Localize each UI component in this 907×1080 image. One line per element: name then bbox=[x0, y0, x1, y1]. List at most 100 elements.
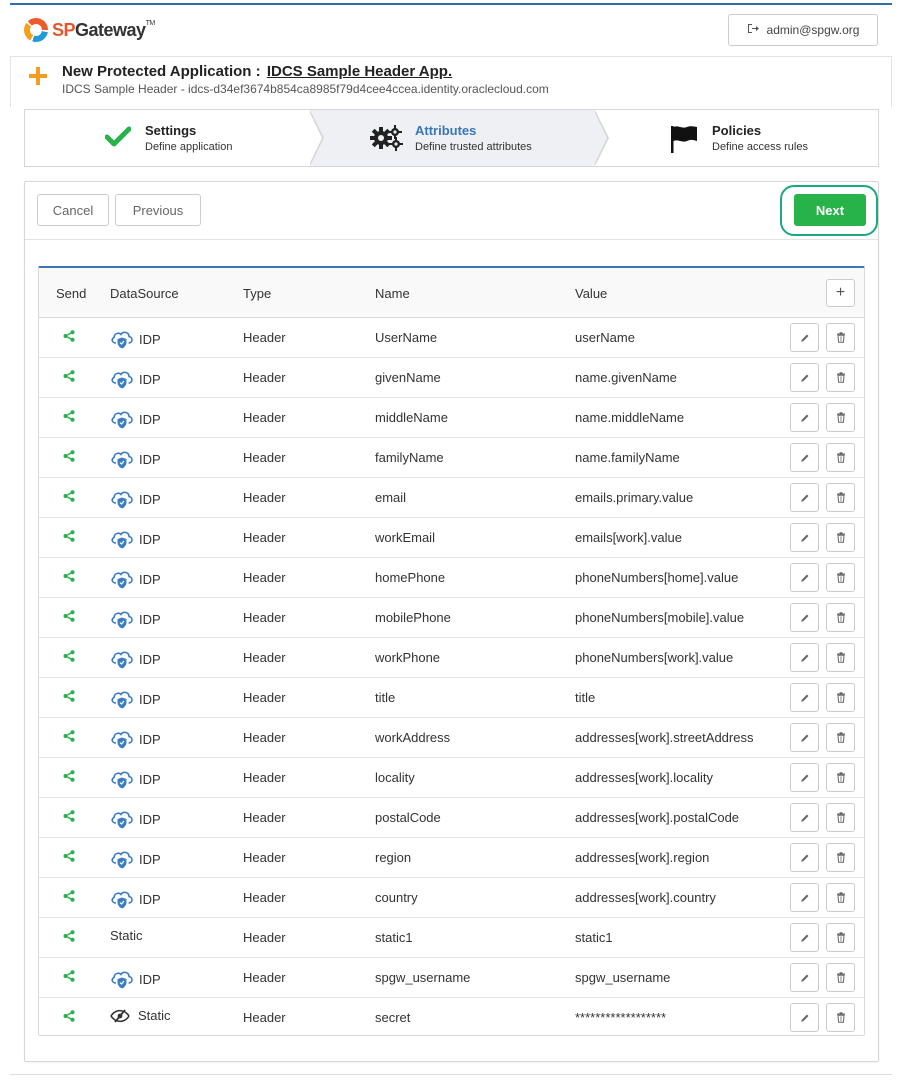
share-icon[interactable] bbox=[63, 930, 75, 945]
edit-button[interactable] bbox=[790, 563, 819, 592]
delete-button[interactable] bbox=[826, 1003, 855, 1032]
attributes-table: Send DataSource Type Name Value + IDP Hea… bbox=[38, 266, 865, 1036]
cloud-shield-icon bbox=[110, 688, 134, 710]
name-cell: workEmail bbox=[375, 530, 435, 545]
delete-button[interactable] bbox=[826, 443, 855, 472]
delete-button[interactable] bbox=[826, 683, 855, 712]
edit-button[interactable] bbox=[790, 923, 819, 952]
delete-button[interactable] bbox=[826, 803, 855, 832]
table-row: IDP Header country addresses[work].country bbox=[39, 878, 864, 918]
delete-button[interactable] bbox=[826, 963, 855, 992]
add-attribute-button[interactable]: + bbox=[826, 279, 855, 307]
next-button[interactable]: Next bbox=[794, 194, 866, 226]
share-icon[interactable] bbox=[63, 530, 75, 545]
logout-icon bbox=[747, 23, 759, 37]
table-header: Send DataSource Type Name Value + bbox=[39, 268, 864, 318]
trash-icon bbox=[836, 452, 846, 463]
logo[interactable]: SPGatewayTM bbox=[24, 18, 155, 42]
delete-button[interactable] bbox=[826, 723, 855, 752]
type-cell: Header bbox=[243, 970, 286, 985]
delete-button[interactable] bbox=[826, 363, 855, 392]
pencil-icon bbox=[800, 973, 810, 983]
share-icon[interactable] bbox=[63, 650, 75, 665]
cloud-shield-icon bbox=[110, 448, 134, 470]
share-icon[interactable] bbox=[63, 610, 75, 625]
share-icon[interactable] bbox=[63, 490, 75, 505]
edit-button[interactable] bbox=[790, 323, 819, 352]
table-row: IDP Header locality addresses[work].localit… bbox=[39, 758, 864, 798]
cancel-button[interactable]: Cancel bbox=[37, 194, 109, 226]
edit-button[interactable] bbox=[790, 603, 819, 632]
share-icon[interactable] bbox=[63, 330, 75, 345]
user-menu-button[interactable]: admin@spgw.org bbox=[728, 14, 878, 46]
step-policies[interactable]: Policies Define access rules bbox=[595, 110, 879, 166]
step-desc: Define trusted attributes bbox=[415, 141, 532, 153]
delete-button[interactable] bbox=[826, 643, 855, 672]
share-icon[interactable] bbox=[63, 890, 75, 905]
datasource-cell: IDP bbox=[110, 568, 161, 590]
wizard-steps: Settings Define application Attributes D… bbox=[24, 109, 879, 167]
edit-button[interactable] bbox=[790, 763, 819, 792]
share-icon[interactable] bbox=[63, 570, 75, 585]
delete-button[interactable] bbox=[826, 763, 855, 792]
name-cell: static1 bbox=[375, 930, 413, 945]
share-icon[interactable] bbox=[63, 1010, 75, 1025]
pencil-icon bbox=[800, 573, 810, 583]
type-cell: Header bbox=[243, 650, 286, 665]
delete-button[interactable] bbox=[826, 483, 855, 512]
delete-button[interactable] bbox=[826, 603, 855, 632]
delete-button[interactable] bbox=[826, 923, 855, 952]
delete-button[interactable] bbox=[826, 403, 855, 432]
pencil-icon bbox=[800, 613, 810, 623]
edit-button[interactable] bbox=[790, 683, 819, 712]
value-cell: title bbox=[575, 690, 596, 705]
edit-button[interactable] bbox=[790, 963, 819, 992]
col-datasource: DataSource bbox=[110, 286, 179, 301]
type-cell: Header bbox=[243, 890, 286, 905]
col-name: Name bbox=[375, 286, 410, 301]
share-icon[interactable] bbox=[63, 410, 75, 425]
delete-button[interactable] bbox=[826, 563, 855, 592]
app-name-link[interactable]: IDCS Sample Header App. bbox=[267, 63, 452, 80]
edit-button[interactable] bbox=[790, 883, 819, 912]
delete-button[interactable] bbox=[826, 523, 855, 552]
value-cell: addresses[work].streetAddress bbox=[575, 730, 754, 745]
type-cell: Header bbox=[243, 410, 286, 425]
edit-button[interactable] bbox=[790, 803, 819, 832]
delete-button[interactable] bbox=[826, 843, 855, 872]
delete-button[interactable] bbox=[826, 883, 855, 912]
share-icon[interactable] bbox=[63, 450, 75, 465]
share-icon[interactable] bbox=[63, 850, 75, 865]
datasource-cell: IDP bbox=[110, 608, 161, 630]
edit-button[interactable] bbox=[790, 723, 819, 752]
pencil-icon bbox=[800, 333, 810, 343]
edit-button[interactable] bbox=[790, 363, 819, 392]
edit-button[interactable] bbox=[790, 643, 819, 672]
name-cell: postalCode bbox=[375, 810, 441, 825]
share-icon[interactable] bbox=[63, 730, 75, 745]
step-arrow bbox=[594, 110, 609, 166]
datasource-cell: Static bbox=[110, 1008, 171, 1023]
datasource-text: IDP bbox=[139, 611, 161, 627]
step-desc: Define access rules bbox=[712, 141, 808, 153]
value-cell: phoneNumbers[home].value bbox=[575, 570, 739, 585]
edit-button[interactable] bbox=[790, 843, 819, 872]
datasource-cell: IDP bbox=[110, 648, 161, 670]
edit-button[interactable] bbox=[790, 483, 819, 512]
share-icon[interactable] bbox=[63, 770, 75, 785]
value-cell: addresses[work].country bbox=[575, 890, 716, 905]
share-icon[interactable] bbox=[63, 970, 75, 985]
edit-button[interactable] bbox=[790, 443, 819, 472]
share-icon[interactable] bbox=[63, 810, 75, 825]
datasource-cell: IDP bbox=[110, 448, 161, 470]
step-attributes[interactable]: Attributes Define trusted attributes bbox=[310, 110, 609, 166]
value-cell: phoneNumbers[mobile].value bbox=[575, 610, 745, 625]
edit-button[interactable] bbox=[790, 403, 819, 432]
share-icon[interactable] bbox=[63, 690, 75, 705]
previous-button[interactable]: Previous bbox=[115, 194, 201, 226]
share-icon[interactable] bbox=[63, 370, 75, 385]
step-settings[interactable]: Settings Define application bbox=[25, 110, 324, 166]
delete-button[interactable] bbox=[826, 323, 855, 352]
edit-button[interactable] bbox=[790, 523, 819, 552]
edit-button[interactable] bbox=[790, 1003, 819, 1032]
